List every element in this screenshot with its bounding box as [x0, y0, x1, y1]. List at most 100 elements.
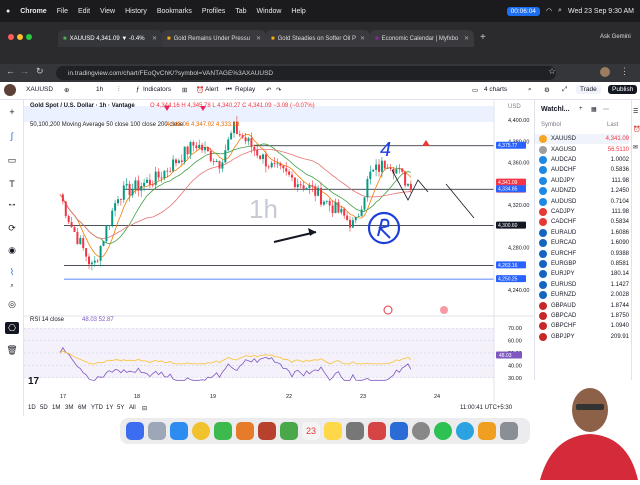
settings-icon[interactable]: ⚙	[544, 86, 550, 94]
search-icon[interactable]: ⌕	[528, 86, 532, 94]
alerts-icon[interactable]: ⏰	[633, 126, 640, 133]
facetime-icon[interactable]	[280, 422, 298, 440]
close-icon[interactable]: ✕	[256, 35, 261, 42]
tf-5y[interactable]: 5Y	[117, 405, 124, 411]
tf-1d[interactable]: 1D	[28, 405, 36, 411]
finder-icon[interactable]	[126, 422, 144, 440]
templates-icon[interactable]: ⊞	[182, 86, 187, 94]
replay-button[interactable]: Replay	[235, 86, 255, 93]
watchlist-row[interactable]: AUDCHF 0.5836	[535, 165, 629, 175]
calendar-icon[interactable]: 23	[302, 422, 320, 440]
rsi-legend[interactable]: RSI 14 close	[30, 317, 64, 323]
profile-avatar[interactable]	[600, 67, 610, 77]
kebab-menu-icon[interactable]: ⋮	[620, 66, 629, 77]
crosshair-icon[interactable]: +	[5, 106, 19, 118]
photo-booth-icon[interactable]	[258, 422, 276, 440]
tf-1y[interactable]: 1Y	[106, 405, 113, 411]
ma-legend[interactable]: 50,100,200 Moving Average 50 close 100 c…	[30, 122, 183, 128]
url-input[interactable]: in.tradingview.com/chart/FEoQvChK/?symbo…	[56, 66, 556, 80]
tab-xauusd[interactable]: ■ XAUUSD 4,341.09 ▼ -0.4% ✕	[58, 30, 162, 47]
watchlist-icon[interactable]: ☰	[633, 108, 638, 115]
alert-button[interactable]: Alert	[205, 86, 218, 93]
date-range-icon[interactable]: ⊟	[142, 405, 147, 412]
brush-icon[interactable]: ⟳	[5, 222, 19, 234]
back-icon[interactable]: ←	[6, 66, 15, 76]
close-icon[interactable]: ✕	[360, 35, 365, 42]
watchlist-title[interactable]: Watchl...	[541, 106, 570, 113]
window-close-icon[interactable]	[8, 34, 14, 40]
symbol-search-button[interactable]: XAUUSD	[26, 86, 53, 93]
tradingview-logo-icon[interactable]: 17	[28, 376, 39, 387]
rectangle-icon[interactable]: ▭	[5, 154, 19, 166]
layout-icon[interactable]: ▭	[472, 86, 478, 94]
watchlist-row[interactable]: XAUUSD 4,341.09	[535, 134, 629, 145]
watchlist-row[interactable]: CADJPY 111.98	[535, 207, 629, 217]
menu-view[interactable]: View	[100, 8, 115, 15]
window-minimize-icon[interactable]	[17, 34, 23, 40]
tf-ytd[interactable]: YTD	[91, 405, 103, 411]
watchlist-layout-icon[interactable]: ▦	[591, 106, 597, 113]
add-symbol-icon[interactable]: ⊕	[64, 86, 69, 94]
whatsapp-icon[interactable]	[434, 422, 452, 440]
menubar-datetime[interactable]: Wed 23 Sep 9:30 AM	[568, 8, 634, 15]
messages-icon[interactable]	[214, 422, 232, 440]
watchlist-row[interactable]: GBPJPY 209.91	[535, 332, 629, 342]
watchlist-row[interactable]: EURGBP 0.8581	[535, 259, 629, 269]
watchlist-row[interactable]: EURCHF 0.9388	[535, 248, 629, 258]
new-tab-icon[interactable]: +	[480, 32, 486, 43]
indicators-button[interactable]: Indicators	[143, 86, 171, 93]
menu-edit[interactable]: Edit	[78, 8, 90, 15]
add-symbol-icon[interactable]: +	[579, 106, 583, 112]
fullscreen-icon[interactable]: ⤢	[562, 86, 567, 94]
window-zoom-icon[interactable]	[26, 34, 32, 40]
magnet-icon[interactable]: ⌇	[5, 266, 19, 278]
undo-icon[interactable]: ↶	[266, 86, 271, 94]
pages-icon[interactable]	[478, 422, 496, 440]
watchlist-row[interactable]: GBPCHF 1.0940	[535, 321, 629, 331]
tab-gold-pressure[interactable]: ■ Gold Remains Under Pressu ✕	[162, 30, 266, 47]
watchlist-row[interactable]: GBPAUD 1.8744	[535, 300, 629, 310]
photos-icon[interactable]	[236, 422, 254, 440]
chart-pane[interactable]: 1h 4 70.0060.0050.0040.0030.0048.03 4,40…	[24, 100, 534, 416]
watchlist-row[interactable]: EURAUD 1.6086	[535, 228, 629, 238]
safari-icon[interactable]	[170, 422, 188, 440]
menu-tab[interactable]: Tab	[235, 8, 246, 15]
currency-label[interactable]: USD	[508, 104, 521, 110]
col-symbol[interactable]: Symbol	[541, 122, 561, 128]
publish-button[interactable]: Publish	[608, 85, 638, 94]
watchlist-row[interactable]: EURCAD 1.6090	[535, 238, 629, 248]
watchlist-row[interactable]: AUDNZD 1.2450	[535, 186, 629, 196]
utc-clock[interactable]: 11:00:41 UTC+5:30	[460, 405, 512, 411]
watchlist-row[interactable]: EURUSD 1.1427	[535, 280, 629, 290]
chat-icon[interactable]: ✉	[633, 144, 638, 151]
tf-1m[interactable]: 1M	[52, 405, 60, 411]
menu-history[interactable]: History	[125, 8, 147, 15]
ask-gemini-button[interactable]: Ask Gemini	[600, 34, 631, 40]
recording-timer[interactable]: 00:06:04	[506, 6, 540, 16]
reload-icon[interactable]: ↻	[36, 66, 44, 77]
tf-all[interactable]: All	[129, 405, 136, 411]
watchlist-row[interactable]: AUDUSD 0.7104	[535, 196, 629, 206]
watchlist-row[interactable]: XAGUSD 56.5110	[535, 144, 629, 154]
apple-icon[interactable]: ●	[6, 8, 10, 15]
pattern-tool-icon[interactable]: •◦•	[5, 200, 19, 212]
user-avatar[interactable]	[4, 84, 16, 96]
notes-icon[interactable]	[324, 422, 342, 440]
chart-type-icon[interactable]: ⫶	[118, 86, 120, 94]
tf-6m[interactable]: 6M	[78, 405, 86, 411]
launchpad-icon[interactable]	[148, 422, 166, 440]
watchlist-row[interactable]: CADCHF 0.5834	[535, 217, 629, 227]
menu-window[interactable]: Window	[257, 8, 282, 15]
music-icon[interactable]	[368, 422, 386, 440]
tf-5d[interactable]: 5D	[40, 405, 48, 411]
layout-button[interactable]: 4 charts	[484, 86, 507, 93]
trend-line-icon[interactable]: ∫	[5, 130, 19, 142]
close-icon[interactable]: ✕	[152, 35, 157, 42]
redo-icon[interactable]: ↷	[276, 86, 281, 94]
tf-3m[interactable]: 3M	[65, 405, 73, 411]
price-chart-svg[interactable]: 1h 4 70.0060.0050.0040.0030.0048.03 4,40…	[24, 100, 534, 416]
bookmark-star-icon[interactable]: ☆	[548, 66, 556, 77]
replay-icon[interactable]: ⏮	[226, 86, 232, 94]
menu-bookmarks[interactable]: Bookmarks	[157, 8, 192, 15]
watchlist-row[interactable]: AUDJPY 111.98	[535, 176, 629, 186]
